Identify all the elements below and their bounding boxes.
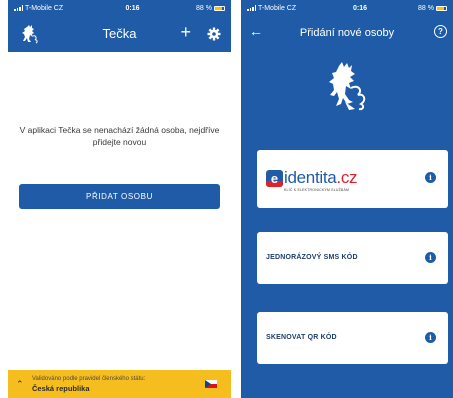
battery-percent: 88 % [196,4,212,12]
clock: 0:16 [352,4,367,12]
czech-flag-icon [205,380,217,388]
battery-icon [436,5,447,11]
page-title: Přidání nové osoby [299,27,395,39]
page-title: Tečka [102,26,137,41]
validation-country: Česká republika [32,384,90,393]
add-person-button[interactable]: PŘIDAT OSOBU [19,184,220,209]
scan-qr-option[interactable]: SKENOVAT QR KÓD i [257,312,448,364]
validation-footer[interactable]: ⌃ Validováno podle pravidel členského st… [8,370,231,398]
info-icon[interactable]: i [425,252,436,263]
left-screen: T-Mobile CZ 0:16 88 % Tečka + V aplikaci… [8,0,231,398]
carrier-name: T-Mobile CZ [258,4,297,12]
battery-percent: 88 % [418,4,434,12]
battery-icon [214,5,225,11]
info-icon[interactable]: i [425,332,436,343]
signal-icon [14,5,23,11]
status-bar: T-Mobile CZ 0:16 88 % [241,0,453,16]
scan-qr-label: SKENOVAT QR KÓD [266,334,337,341]
app-bar: Tečka + [8,16,231,52]
empty-state-message: V aplikaci Tečka se nenachází žádná osob… [19,125,220,147]
help-icon[interactable]: ? [434,25,447,38]
add-person-icon[interactable]: + [180,22,191,43]
clock: 0:16 [125,4,140,12]
chevron-up-icon[interactable]: ⌃ [16,379,32,390]
carrier-name: T-Mobile CZ [25,4,64,12]
signal-icon [247,5,256,11]
identita-tagline: KLÍČ K ELEKTRONICKÝM SLUŽBÁM [284,188,350,192]
sms-code-label: JEDNORÁZOVÝ SMS KÓD [266,254,358,261]
identita-logo: e identita.cz [266,168,358,188]
lion-emblem-icon [329,62,366,111]
validation-label: Validováno podle pravidel členského stát… [32,376,146,382]
sms-code-option[interactable]: JEDNORÁZOVÝ SMS KÓD i [257,232,448,284]
info-icon[interactable]: i [425,172,436,183]
gear-icon[interactable] [207,27,221,41]
right-screen: T-Mobile CZ 0:16 88 % ← Přidání nové oso… [241,0,453,398]
app-bar: ← Přidání nové osoby ? [241,16,453,50]
identita-option[interactable]: e identita.cz KLÍČ K ELEKTRONICKÝM SLUŽB… [257,150,448,208]
status-bar: T-Mobile CZ 0:16 88 % [8,0,231,16]
